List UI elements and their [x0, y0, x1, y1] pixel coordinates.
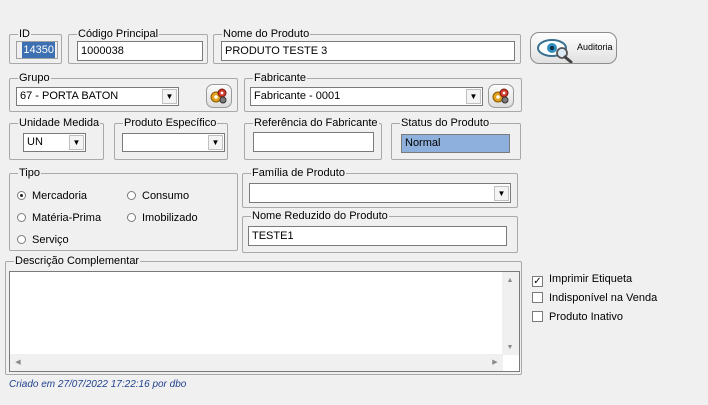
produto-especifico-label: Produto Específico [123, 116, 218, 130]
codigo-principal-group: Código Principal 1000038 [68, 27, 208, 64]
radio-servico-label: Serviço [32, 234, 69, 246]
radio-button[interactable] [127, 191, 136, 200]
grupo-group: Grupo 67 - PORTA BATON ▼ [9, 71, 238, 112]
auditoria-label: Auditoria [577, 42, 613, 52]
radio-consumo-label: Consumo [142, 190, 190, 202]
checkbox-produto-inativo[interactable]: Produto Inativo [532, 310, 623, 324]
lookup-gears-icon [492, 88, 509, 104]
checkbox-imprimir-etiqueta-label: Imprimir Etiqueta [549, 273, 633, 285]
checkbox-produto-inativo-label: Produto Inativo [549, 311, 623, 323]
tipo-group: Tipo Mercadoria Consumo Matéria-Prima Im… [9, 166, 238, 251]
nome-reduzido-label: Nome Reduzido do Produto [251, 209, 389, 223]
id-label: ID [18, 27, 31, 41]
chevron-down-icon[interactable]: ▼ [466, 89, 481, 104]
fabricante-label: Fabricante [253, 71, 307, 85]
referencia-fabricante-label: Referência do Fabricante [253, 116, 379, 130]
familia-produto-select[interactable]: ▼ [249, 183, 511, 203]
checkbox-indisponivel-venda[interactable]: Indisponível na Venda [532, 291, 657, 305]
radio-imobilizado-label: Imobilizado [142, 212, 198, 224]
radio-button[interactable] [17, 213, 26, 222]
lookup-gears-icon [210, 88, 227, 104]
checkbox-checked[interactable]: ✓ [532, 276, 543, 287]
radio-mercadoria-label: Mercadoria [32, 190, 88, 202]
scroll-right-icon[interactable]: ▶ [487, 354, 503, 370]
descricao-complementar-label: Descrição Complementar [14, 254, 141, 268]
fabricante-lookup-button[interactable] [488, 84, 514, 108]
status-produto-label: Status do Produto [400, 116, 491, 130]
status-produto-group: Status do Produto Normal [391, 116, 521, 160]
radio-button[interactable] [17, 235, 26, 244]
unidade-medida-select[interactable]: UN ▼ [23, 133, 86, 152]
tipo-label: Tipo [18, 166, 41, 180]
produto-especifico-group: Produto Específico ▼ [114, 116, 228, 160]
horizontal-scrollbar[interactable]: ◀ ▶ [10, 354, 503, 371]
radio-button[interactable] [127, 213, 136, 222]
nome-produto-label: Nome do Produto [222, 27, 311, 41]
grupo-label: Grupo [18, 71, 51, 85]
created-info: Criado em 27/07/2022 17:22:16 por dbo [9, 379, 187, 390]
radio-mercadoria[interactable]: Mercadoria [17, 189, 87, 203]
nome-produto-field[interactable]: PRODUTO TESTE 3 [221, 41, 515, 61]
referencia-fabricante-group: Referência do Fabricante [244, 116, 382, 160]
fabricante-select[interactable]: Fabricante - 0001 ▼ [250, 87, 483, 106]
eye-magnifier-icon [537, 39, 573, 63]
referencia-fabricante-field[interactable] [253, 132, 374, 152]
familia-produto-label: Família de Produto [251, 166, 346, 180]
produto-especifico-select[interactable]: ▼ [122, 133, 225, 152]
nome-reduzido-group: Nome Reduzido do Produto TESTE1 [242, 209, 518, 253]
status-produto-field: Normal [401, 134, 510, 153]
auditoria-button[interactable]: Auditoria [530, 32, 617, 64]
grupo-select[interactable]: 67 - PORTA BATON ▼ [16, 87, 179, 106]
checkbox-indisponivel-venda-label: Indisponível na Venda [549, 292, 658, 304]
unidade-medida-group: Unidade Medida UN ▼ [9, 116, 104, 160]
familia-produto-group: Família de Produto ▼ [242, 166, 518, 208]
chevron-down-icon[interactable]: ▼ [162, 89, 177, 104]
grupo-lookup-button[interactable] [206, 84, 232, 108]
descricao-complementar-textarea[interactable]: ▲ ▼ ◀ ▶ [9, 271, 520, 372]
radio-servico[interactable]: Serviço [17, 233, 69, 247]
descricao-complementar-group: Descrição Complementar ▲ ▼ ◀ ▶ [5, 254, 522, 375]
unidade-medida-value: UN [27, 136, 43, 148]
codigo-principal-field[interactable]: 1000038 [77, 41, 203, 61]
grupo-value: 67 - PORTA BATON [20, 90, 119, 102]
checkbox-imprimir-etiqueta[interactable]: ✓ Imprimir Etiqueta [532, 272, 632, 287]
id-field[interactable]: 14350 [16, 41, 58, 59]
id-value: 14350 [22, 42, 55, 58]
id-group: ID 14350 [9, 27, 62, 64]
radio-consumo[interactable]: Consumo [127, 189, 189, 203]
radio-materia-prima[interactable]: Matéria-Prima [17, 211, 101, 225]
vertical-scrollbar[interactable]: ▲ ▼ [502, 272, 519, 355]
checkbox-unchecked[interactable] [532, 292, 543, 303]
chevron-down-icon[interactable]: ▼ [69, 135, 84, 150]
radio-materia-prima-label: Matéria-Prima [32, 212, 102, 224]
nome-reduzido-field[interactable]: TESTE1 [248, 226, 507, 246]
fabricante-group: Fabricante Fabricante - 0001 ▼ [244, 71, 522, 112]
chevron-down-icon[interactable]: ▼ [208, 135, 223, 150]
fabricante-value: Fabricante - 0001 [254, 90, 341, 102]
nome-produto-group: Nome do Produto PRODUTO TESTE 3 [213, 27, 521, 64]
scroll-left-icon[interactable]: ◀ [10, 354, 26, 370]
checkbox-unchecked[interactable] [532, 311, 543, 322]
unidade-medida-label: Unidade Medida [18, 116, 101, 130]
scroll-down-icon[interactable]: ▼ [502, 339, 518, 355]
radio-imobilizado[interactable]: Imobilizado [127, 211, 198, 225]
scroll-up-icon[interactable]: ▲ [502, 272, 518, 288]
radio-button-selected[interactable] [17, 191, 26, 200]
codigo-principal-label: Código Principal [77, 27, 160, 41]
chevron-down-icon[interactable]: ▼ [494, 186, 509, 201]
